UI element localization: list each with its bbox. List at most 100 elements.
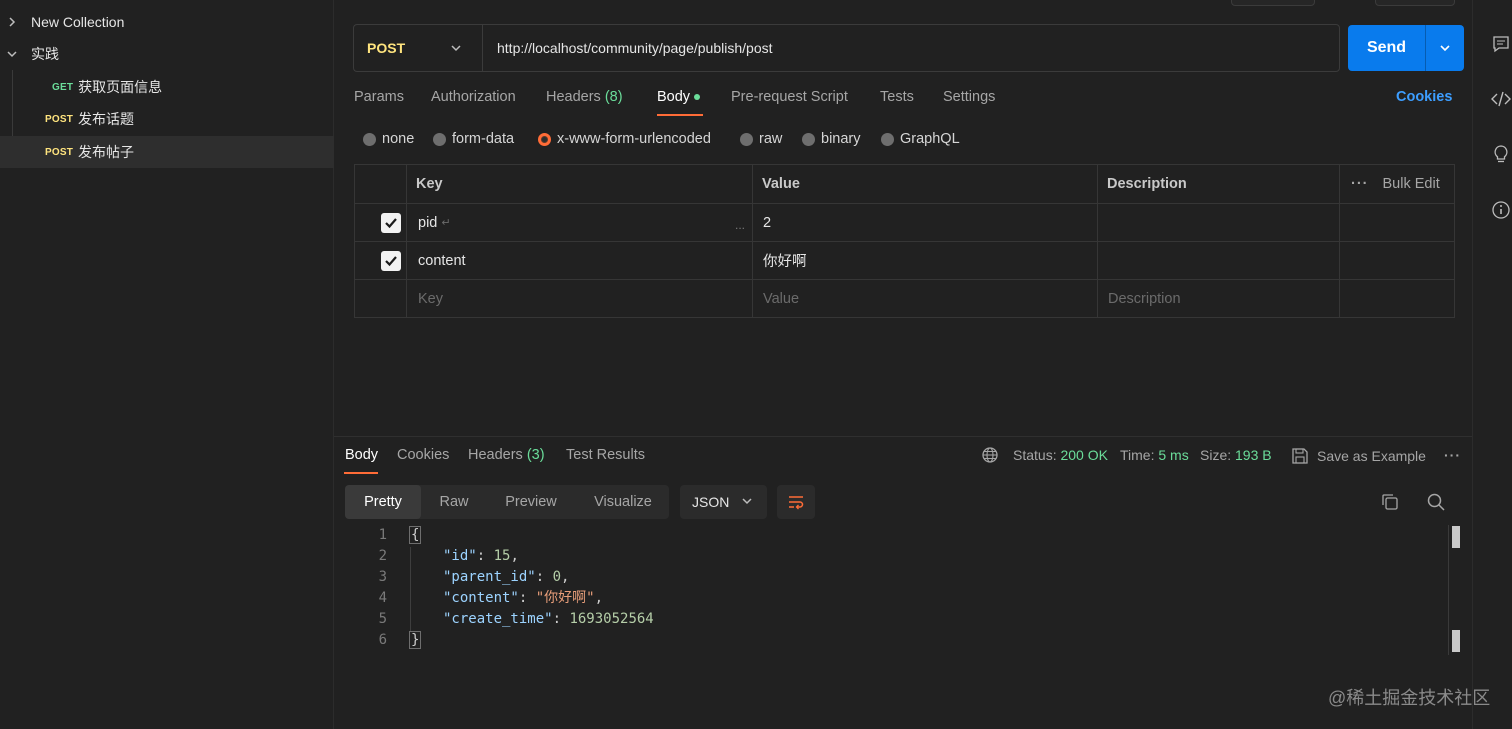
copy-icon[interactable] (1380, 492, 1400, 515)
body-type-urlencoded[interactable]: x-www-form-urlencoded (538, 131, 711, 147)
row-checkbox[interactable] (381, 251, 401, 271)
json-key: "parent_id" (443, 569, 536, 585)
response-tab-headers[interactable]: Headers (3) (468, 447, 545, 463)
cookies-link[interactable]: Cookies (1396, 89, 1452, 105)
globe-icon[interactable] (981, 446, 999, 467)
lightbulb-icon[interactable] (1490, 143, 1512, 165)
response-tab-cookies[interactable]: Cookies (397, 447, 449, 463)
folder-row[interactable]: 实践 (0, 38, 334, 70)
method-tag: POST (45, 146, 74, 158)
body-type-label: GraphQL (900, 131, 960, 147)
radio-icon[interactable] (740, 132, 753, 146)
status-value: 200 OK (1060, 447, 1108, 463)
view-preview[interactable]: Preview (491, 485, 571, 519)
tab-authorization[interactable]: Authorization (431, 89, 516, 105)
response-tab-body[interactable]: Body (345, 447, 378, 463)
code-snippet-icon[interactable] (1490, 88, 1512, 110)
save-as-example-label: Save as Example (1317, 448, 1426, 464)
radio-icon[interactable] (802, 132, 815, 146)
row-value[interactable]: 你好啊 (763, 242, 807, 279)
new-key-input[interactable]: Key (418, 280, 443, 317)
top-toolbar-button[interactable] (1231, 0, 1315, 6)
response-tab-headers-count: (3) (526, 447, 545, 463)
scrollbar-track[interactable] (1448, 525, 1449, 655)
tab-prerequest-script[interactable]: Pre-request Script (731, 89, 848, 105)
send-options-chevron-icon[interactable] (1426, 42, 1464, 54)
body-type-graphql[interactable]: GraphQL (881, 131, 960, 147)
top-toolbar-button-2[interactable] (1375, 0, 1455, 6)
row-value[interactable]: 2 (763, 204, 771, 241)
return-icon: ↵ (441, 217, 451, 229)
radio-icon[interactable] (881, 132, 894, 146)
comments-icon[interactable] (1490, 33, 1512, 55)
response-body-editor[interactable]: 1 2 3 4 5 6 { "id": 15, "parent_id": 0, … (345, 525, 1465, 655)
indent-guide (410, 547, 411, 631)
radio-icon[interactable] (433, 132, 446, 146)
time-value: 5 ms (1158, 447, 1189, 463)
size-label: Size: (1200, 447, 1232, 463)
save-icon (1292, 448, 1308, 464)
format-value: JSON (692, 494, 730, 510)
body-type-none[interactable]: none (363, 131, 414, 147)
wrap-lines-button[interactable] (777, 485, 815, 519)
request-item-publish-post[interactable]: POST 发布帖子 (0, 136, 334, 168)
new-description-input[interactable]: Description (1108, 280, 1181, 317)
more-icon[interactable]: ... (735, 206, 745, 243)
row-key-text: pid (418, 214, 438, 231)
chevron-right-icon[interactable] (6, 16, 18, 28)
method-select[interactable]: POST (353, 24, 482, 72)
send-button[interactable]: Send (1348, 25, 1464, 71)
tab-headers[interactable]: Headers (8) (546, 89, 623, 105)
response-status: Status: 200 OK (1013, 447, 1108, 463)
json-value: 0 (552, 569, 562, 585)
radio-selected-icon[interactable] (538, 132, 551, 146)
response-tab-test-results[interactable]: Test Results (566, 447, 645, 463)
code-line: "id": 15, (443, 548, 519, 564)
method-tag: GET (52, 81, 74, 93)
body-type-form-data[interactable]: form-data (433, 131, 514, 147)
body-type-binary[interactable]: binary (802, 131, 861, 147)
format-select[interactable]: JSON (680, 485, 767, 519)
scrollbar-thumb[interactable] (1452, 526, 1460, 548)
modified-dot-icon (694, 94, 701, 101)
more-icon[interactable]: ··· (1351, 176, 1369, 192)
info-icon[interactable] (1490, 199, 1512, 221)
tab-tests[interactable]: Tests (880, 89, 914, 105)
column-header-description: Description (1107, 175, 1187, 192)
body-type-raw[interactable]: raw (740, 131, 782, 147)
collection-row[interactable]: New Collection (0, 6, 334, 38)
search-icon[interactable] (1426, 492, 1446, 515)
line-number: 1 (378, 527, 387, 543)
scrollbar-thumb[interactable] (1452, 630, 1460, 652)
more-options-icon[interactable]: ··· (1444, 447, 1461, 463)
body-type-label: raw (759, 131, 783, 147)
request-item-get-page-info[interactable]: GET 获取页面信息 (0, 71, 334, 103)
response-divider[interactable] (334, 436, 1472, 437)
view-raw[interactable]: Raw (425, 485, 483, 519)
body-type-label: binary (821, 131, 861, 147)
row-key[interactable]: pid ↵ (418, 204, 451, 241)
json-open-brace: { (409, 526, 422, 544)
line-number: 4 (378, 590, 387, 606)
radio-icon[interactable] (363, 132, 376, 146)
json-key: "id" (443, 548, 477, 564)
response-tab-headers-label: Headers (468, 447, 523, 463)
code-line: } (409, 630, 422, 651)
url-input[interactable]: http://localhost/community/page/publish/… (482, 24, 1340, 72)
tab-params[interactable]: Params (354, 89, 404, 105)
save-as-example-button[interactable]: Save as Example (1291, 447, 1426, 465)
tab-settings[interactable]: Settings (943, 89, 995, 105)
chevron-down-icon[interactable] (6, 48, 18, 60)
tab-body[interactable]: Body (657, 89, 701, 105)
view-visualize[interactable]: Visualize (581, 485, 665, 519)
response-size: Size: 193 B (1200, 447, 1272, 463)
new-value-input[interactable]: Value (763, 280, 799, 317)
bulk-edit-button[interactable]: ··· Bulk Edit (1351, 165, 1440, 202)
send-label: Send (1366, 39, 1407, 56)
row-key[interactable]: content (418, 242, 466, 279)
row-checkbox[interactable] (381, 213, 401, 233)
request-item-publish-topic[interactable]: POST 发布话题 (0, 103, 334, 135)
table-row: content 你好啊 (355, 242, 1454, 280)
view-pretty[interactable]: Pretty (345, 485, 421, 519)
tab-headers-count: (8) (604, 89, 623, 105)
